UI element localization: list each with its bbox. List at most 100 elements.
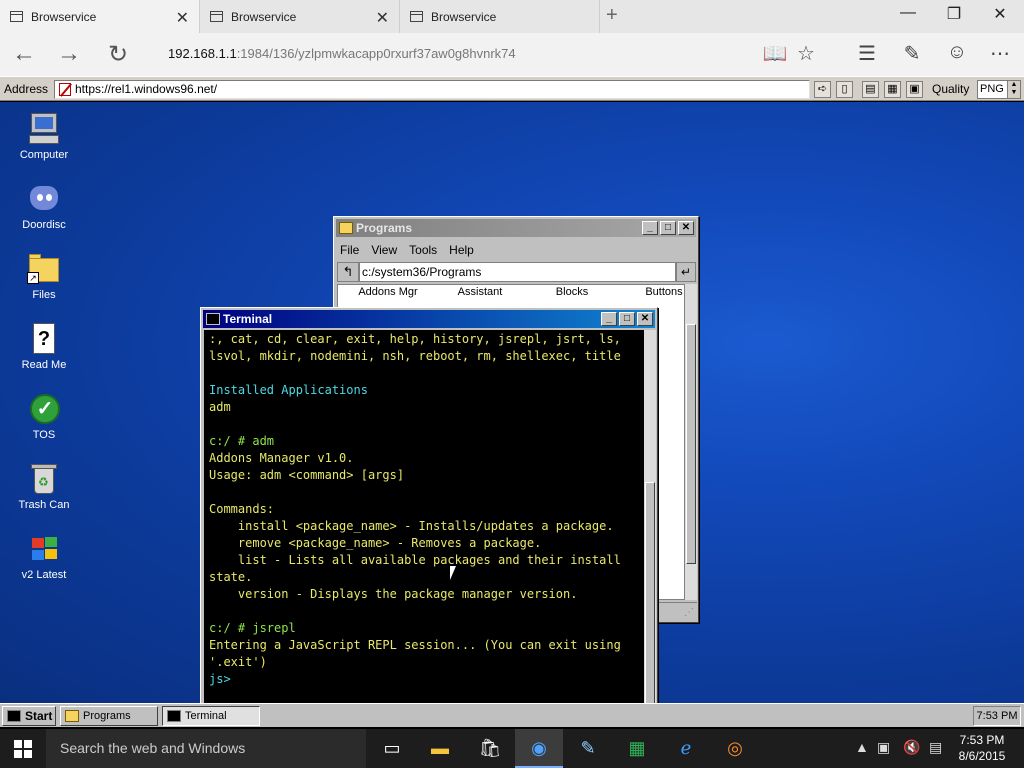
terminal-line: js> — [209, 672, 231, 686]
terminal-scrollbar[interactable] — [644, 330, 656, 703]
path-field[interactable]: c:/system36/Programs — [359, 262, 676, 282]
bookmark-icon[interactable]: ▯ — [836, 81, 853, 98]
go-arrow-icon[interactable]: ➪ — [814, 81, 831, 98]
more-icon[interactable]: ⋯ — [985, 41, 1015, 66]
find-icon[interactable]: ▦ — [884, 81, 901, 98]
desktop-icon-v2-latest[interactable]: v2 Latest — [4, 532, 84, 581]
terminal-line: Commands: — [209, 502, 275, 516]
desktop-icon-doordisc[interactable]: Doordisc — [4, 182, 84, 231]
close-icon[interactable]: ✕ — [176, 8, 189, 28]
desktop: Computer Doordisc ↗ Files ? Read Me ✓ TO… — [0, 102, 1024, 703]
quality-select[interactable]: PNG ▲ ▼ — [977, 80, 1021, 99]
desktop-icon-computer[interactable]: Computer — [4, 112, 84, 161]
store-icon[interactable]: 🛍 — [466, 729, 514, 768]
address-field[interactable]: https://rel1.windows96.net/ — [54, 80, 810, 99]
forward-arrow-icon[interactable]: → — [51, 40, 87, 68]
url-host: 192.168.1.1 — [168, 46, 237, 61]
window-title: Terminal — [223, 312, 273, 326]
windows-flag-icon — [27, 532, 61, 566]
browser-tab-1[interactable]: Browservice ✕ — [0, 0, 200, 33]
browser-tab-3[interactable]: Browservice — [400, 0, 600, 33]
up-folder-icon[interactable]: ↰ — [337, 262, 359, 282]
desktop-icon-tos[interactable]: ✓ TOS — [4, 392, 84, 441]
refresh-icon[interactable]: ↻ — [100, 40, 136, 69]
browser-tab-bar: Browservice ✕ Browservice ✕ Browservice … — [0, 0, 1024, 33]
terminal-line: '.exit') — [209, 655, 267, 669]
system-clock[interactable]: 7:53 PM 8/6/2015 — [944, 732, 1020, 764]
search-box[interactable]: Search the web and Windows — [46, 729, 366, 768]
list-item[interactable]: Assistant — [434, 286, 526, 298]
taskbar-button-programs[interactable]: Programs — [60, 706, 158, 726]
programs-scrollbar[interactable] — [685, 284, 697, 600]
close-button[interactable]: ✕ — [637, 312, 653, 326]
scrollbar-thumb[interactable] — [686, 324, 696, 564]
close-icon[interactable]: ✕ — [376, 8, 389, 28]
go-icon[interactable]: ↵ — [676, 262, 696, 282]
tab-title: Browservice — [231, 9, 297, 24]
terminal-line: Entering a JavaScript REPL session... (Y… — [209, 638, 621, 652]
list-item[interactable]: Addons Mgr — [342, 286, 434, 298]
volume-muted-icon[interactable]: 🔇 — [903, 739, 920, 756]
clock-date: 8/6/2015 — [958, 749, 1006, 763]
back-arrow-icon[interactable]: ← — [6, 40, 42, 68]
start-button[interactable]: Start — [2, 706, 56, 726]
trash-icon: ♻ — [27, 462, 61, 496]
new-tab-icon[interactable]: + — [606, 4, 618, 27]
desktop-icon-trash[interactable]: ♻ Trash Can — [4, 462, 84, 511]
menu-help[interactable]: Help — [449, 243, 474, 257]
programs-title-bar[interactable]: Programs _ □ ✕ — [336, 219, 696, 237]
terminal-line: remove <package_name> - Removes a packag… — [209, 536, 542, 550]
bookmarks-list-icon[interactable]: ▤ — [862, 81, 879, 98]
terminal-line: install <package_name> - Installs/update… — [209, 519, 614, 533]
task-view-icon[interactable]: ▭ — [368, 729, 416, 768]
resize-grip-icon[interactable]: ⋰ — [684, 607, 694, 618]
list-item[interactable]: Blocks — [526, 286, 618, 298]
desktop-icon-label: v2 Latest — [21, 569, 67, 581]
browser-tab-2[interactable]: Browservice ✕ — [200, 0, 400, 33]
close-button[interactable]: ✕ — [678, 221, 694, 235]
programs-menu-bar: File View Tools Help — [340, 243, 474, 257]
minimize-button[interactable]: _ — [601, 312, 617, 326]
favorite-star-icon[interactable]: ☆ — [791, 41, 821, 66]
ie-icon[interactable]: ℯ — [662, 729, 710, 768]
action-center-icon[interactable]: ▤ — [929, 739, 942, 756]
restore-icon[interactable]: ❐ — [934, 4, 974, 24]
feedback-smiley-icon[interactable]: ☺ — [942, 41, 972, 64]
terminal-title-bar[interactable]: Terminal _ □ ✕ — [203, 310, 655, 328]
taskbar-button-terminal[interactable]: Terminal — [162, 706, 260, 726]
quality-value: PNG — [980, 83, 1004, 95]
terminal-output[interactable]: :, cat, cd, clear, exit, help, history, … — [204, 330, 644, 703]
desktop-icon-label: Read Me — [21, 359, 67, 371]
network-icon[interactable]: ▣ — [877, 739, 890, 756]
excel-icon[interactable]: ▦ — [613, 729, 661, 768]
web-note-icon[interactable]: ✎ — [897, 41, 927, 66]
terminal-line: c:/ # adm — [209, 434, 275, 448]
desktop-icon-files[interactable]: ↗ Files — [4, 252, 84, 301]
menu-view[interactable]: View — [371, 243, 397, 257]
url-bar[interactable]: 192.168.1.1:1984/136/yzlpmwkacapp0rxurf3… — [168, 46, 516, 61]
maximize-button[interactable]: □ — [619, 312, 635, 326]
clipboard-icon[interactable]: ▣ — [906, 81, 923, 98]
tab-title: Browservice — [31, 9, 97, 24]
menu-file[interactable]: File — [340, 243, 359, 257]
terminal-line: Installed Applications — [209, 383, 368, 397]
notepad-icon[interactable]: ✎ — [564, 729, 612, 768]
maximize-button[interactable]: □ — [660, 221, 676, 235]
scrollbar-thumb[interactable] — [645, 482, 655, 703]
minimize-button[interactable]: _ — [642, 221, 658, 235]
reading-view-icon[interactable]: 📖 — [760, 41, 790, 66]
tab-page-icon — [210, 11, 223, 22]
show-hidden-icons-icon[interactable]: ▲ — [855, 739, 869, 755]
edge-browser-icon[interactable]: ◉ — [515, 729, 563, 768]
desktop-icon-readme[interactable]: ? Read Me — [4, 322, 84, 371]
hub-icon[interactable]: ☰ — [852, 41, 882, 66]
spinner-icon[interactable]: ▲ ▼ — [1007, 81, 1020, 98]
terminal-icon — [167, 710, 181, 722]
media-player-icon[interactable]: ◎ — [711, 729, 759, 768]
menu-tools[interactable]: Tools — [409, 243, 437, 257]
minimize-icon[interactable]: — — [888, 4, 928, 22]
close-window-icon[interactable]: ✕ — [980, 4, 1020, 24]
windows-start-icon[interactable] — [14, 740, 32, 758]
file-explorer-icon[interactable]: ▬ — [416, 729, 464, 768]
